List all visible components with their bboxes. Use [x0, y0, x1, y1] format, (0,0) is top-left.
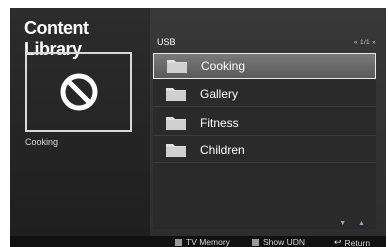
list-item-cooking[interactable]: Cooking	[153, 53, 376, 79]
return-label: Return	[344, 237, 371, 247]
gray-key-icon	[252, 238, 259, 246]
list-item-label: Cooking	[201, 59, 246, 73]
thumbnail-preview	[25, 52, 132, 132]
preview-panel: Content Library Cooking	[10, 8, 150, 236]
folder-list: Cooking Gallery Fitness Children ▼ ▲	[153, 53, 376, 229]
device-label: USB	[157, 37, 176, 47]
folder-icon	[167, 60, 187, 73]
folder-icon	[166, 87, 186, 101]
footer-bar: TV Memory Show UDN ↩ Return	[10, 236, 386, 247]
list-item-label: Children	[200, 142, 245, 157]
list-item-label: Fitness	[200, 115, 239, 130]
folder-icon	[166, 116, 186, 130]
folder-icon	[166, 143, 186, 157]
tv-memory-button[interactable]: TV Memory	[175, 237, 230, 247]
content-library-screen: Content Library Cooking USB « 1/1 » Cook…	[10, 8, 386, 247]
no-entry-icon	[60, 73, 97, 111]
gray-key-icon	[175, 238, 182, 246]
file-browser-panel: USB « 1/1 » Cooking Gallery Fitness Chil…	[150, 8, 386, 236]
scroll-arrows[interactable]: ▼ ▲	[339, 220, 370, 227]
return-button[interactable]: ↩ Return	[334, 237, 370, 247]
show-udn-label: Show UDN	[263, 237, 306, 247]
list-item-gallery[interactable]: Gallery	[153, 81, 376, 107]
show-udn-button[interactable]: Show UDN	[252, 237, 305, 247]
return-icon: ↩	[334, 237, 342, 247]
list-item-label: Gallery	[200, 86, 239, 101]
page-indicator[interactable]: « 1/1 »	[354, 39, 376, 46]
tv-memory-label: TV Memory	[186, 237, 230, 247]
preview-caption: Cooking	[25, 137, 59, 147]
list-item-children[interactable]: Children	[153, 137, 376, 163]
list-item-fitness[interactable]: Fitness	[153, 110, 376, 136]
